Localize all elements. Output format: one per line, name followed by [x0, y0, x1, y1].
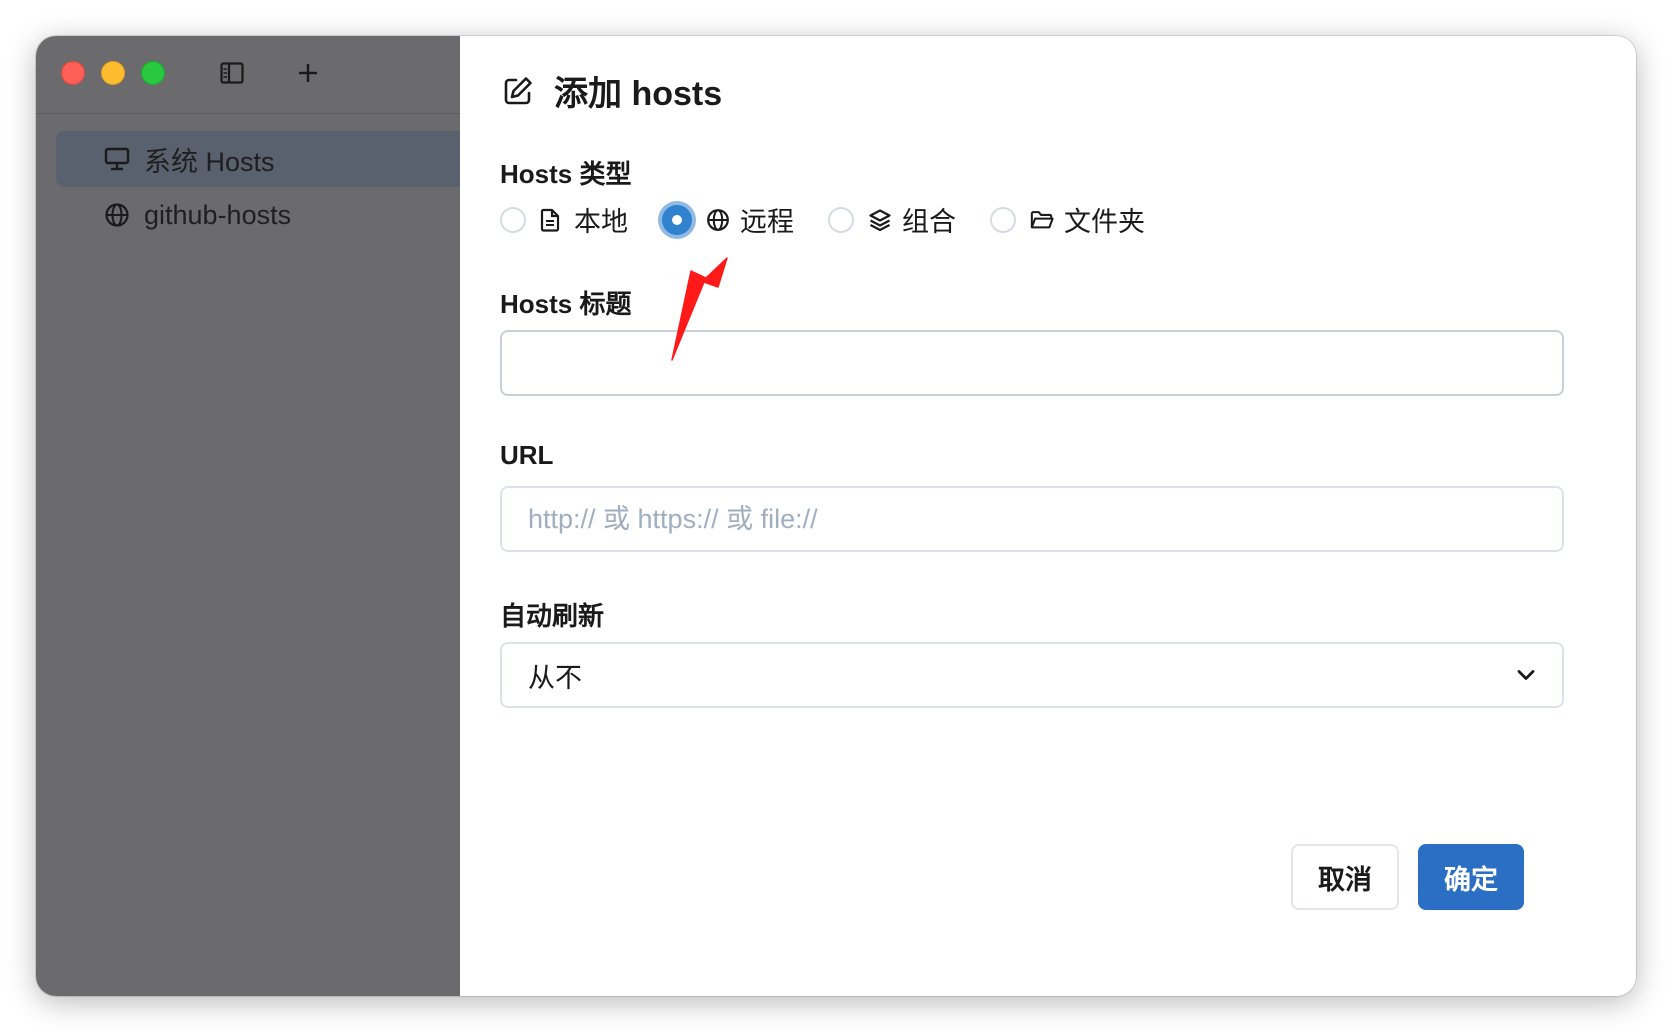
minimize-window-button[interactable] — [101, 61, 125, 85]
url-input[interactable] — [500, 486, 1564, 552]
chevron-down-icon — [1517, 670, 1535, 680]
globe-icon — [706, 208, 730, 232]
radio-label: 文件夹 — [1064, 207, 1145, 237]
radio-label: 组合 — [902, 207, 956, 237]
radio-label: 本地 — [574, 207, 628, 237]
hosts-title-input[interactable] — [500, 330, 1564, 396]
sidebar: 系统 Hosts github-hosts — [36, 36, 460, 996]
title-bar — [36, 36, 460, 114]
hosts-title-label: Hosts 标题 — [500, 289, 632, 319]
radio-folder[interactable]: 文件夹 — [990, 200, 1145, 239]
radio-group-type[interactable]: 组合 — [828, 200, 956, 239]
radio-remote[interactable]: 远程 — [662, 200, 794, 239]
sidebar-item-github-hosts[interactable]: github-hosts — [56, 187, 460, 243]
edit-icon — [502, 74, 536, 108]
globe-icon — [104, 201, 132, 229]
radio-button-checked[interactable] — [662, 204, 692, 235]
sidebar-layout-icon — [220, 62, 244, 84]
sidebar-item-system-hosts[interactable]: 系统 Hosts — [56, 131, 460, 187]
dialog-title-text: 添加 hosts — [554, 75, 723, 113]
close-window-button[interactable] — [61, 61, 85, 85]
confirm-button[interactable]: 确定 — [1418, 844, 1524, 910]
radio-button[interactable] — [500, 206, 526, 233]
auto-refresh-label: 自动刷新 — [500, 601, 605, 631]
add-hosts-button[interactable] — [293, 58, 323, 88]
sidebar-item-label: github-hosts — [144, 199, 292, 230]
radio-local[interactable]: 本地 — [500, 200, 628, 239]
zoom-window-button[interactable] — [141, 61, 165, 85]
radio-label: 远程 — [740, 207, 794, 237]
hosts-list: 系统 Hosts github-hosts — [56, 131, 460, 243]
monitor-icon — [104, 145, 132, 173]
cancel-button[interactable]: 取消 — [1291, 844, 1399, 910]
auto-refresh-select[interactable]: 从不 — [500, 642, 1564, 708]
auto-refresh-value: 从不 — [528, 662, 582, 693]
plus-icon — [299, 64, 317, 82]
hosts-type-radio-group: 本地 远程 组合 文件夹 — [500, 200, 1179, 239]
toggle-sidebar-button[interactable] — [217, 58, 247, 88]
hosts-type-label: Hosts 类型 — [500, 159, 632, 189]
sidebar-item-label: 系统 Hosts — [144, 146, 275, 177]
layers-icon — [868, 208, 892, 232]
radio-button[interactable] — [990, 206, 1016, 233]
app-window: 系统 Hosts github-hosts 添加 hosts Hosts 类型 … — [36, 36, 1636, 996]
dialog-title: 添加 hosts — [502, 66, 722, 115]
url-label: URL — [500, 440, 554, 470]
folder-open-icon — [1030, 208, 1054, 232]
file-icon — [540, 208, 564, 232]
add-hosts-dialog: 添加 hosts Hosts 类型 本地 远程 组合 文件夹 Hosts 标题 … — [460, 36, 1636, 996]
radio-button[interactable] — [828, 206, 854, 233]
